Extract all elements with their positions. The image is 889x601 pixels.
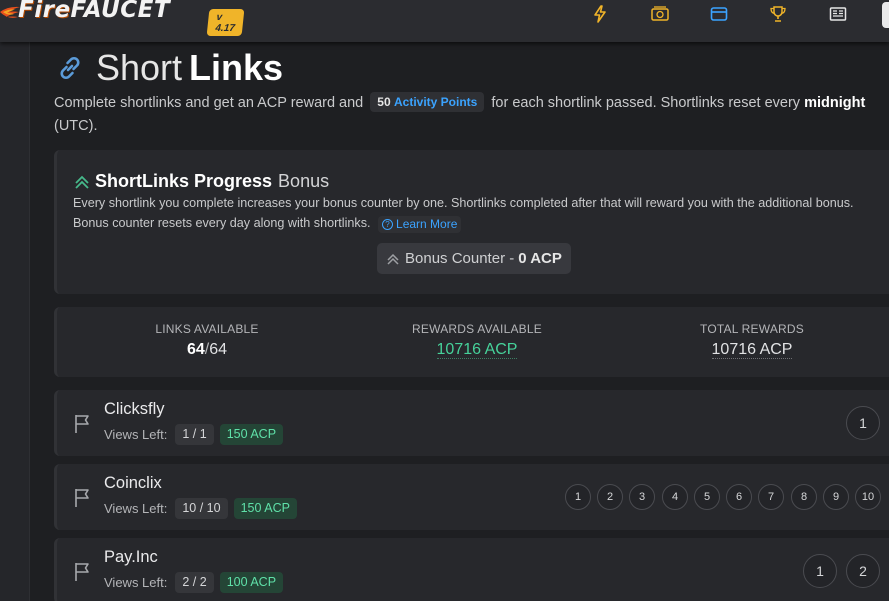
views-count: 1 / 1	[175, 424, 214, 445]
bonus-counter-label: Bonus Counter -	[405, 250, 515, 267]
link-button-5[interactable]: 5	[694, 484, 720, 510]
stat-rewards-available: REWARDS AVAILABLE 10716 ACP	[407, 322, 547, 359]
double-chevron-up-icon	[73, 173, 91, 191]
bonus-title-light: Bonus	[278, 171, 330, 191]
link-button-9[interactable]: 9	[823, 484, 849, 510]
stat-label: LINKS AVAILABLE	[155, 322, 259, 336]
desc-tail: (UTC).	[54, 118, 98, 134]
reward-badge: 100 ACP	[219, 572, 284, 593]
bonus-counter-value: 0 ACP	[518, 250, 562, 267]
ap-amount: 50	[377, 95, 391, 109]
stat-links-available: LINKS AVAILABLE 64/64	[147, 322, 267, 359]
double-chevron-up-icon	[386, 252, 400, 266]
rewards-value: 10716 ACP	[436, 341, 518, 359]
window-icon[interactable]	[709, 4, 729, 24]
stat-label: REWARDS AVAILABLE	[412, 322, 542, 336]
money-icon[interactable]	[650, 4, 670, 24]
stats-card: LINKS AVAILABLE 64/64 REWARDS AVAILABLE …	[54, 307, 889, 377]
bonus-description: Every shortlink you complete increases y…	[73, 194, 873, 233]
views-count: 2 / 2	[175, 572, 214, 593]
links-total: 64	[209, 341, 228, 358]
shortlink-name: Coinclix	[104, 474, 162, 492]
stat-value: 10716 ACP	[407, 341, 547, 359]
title-links: Links	[189, 47, 284, 88]
link-button-2[interactable]: 2	[846, 554, 880, 588]
main-content: Short Links Complete shortlinks and get …	[30, 42, 889, 601]
views-label: Views Left:	[104, 427, 168, 442]
link-button-2[interactable]: 2	[597, 484, 623, 510]
bonus-counter: Bonus Counter - 0 ACP	[377, 243, 571, 274]
desc-post: for each shortlink passed. Shortlinks re…	[491, 95, 801, 111]
total-value: 10716 ACP	[711, 341, 793, 359]
shortlink-name: Pay.Inc	[104, 548, 158, 566]
title-short: Short	[96, 47, 183, 88]
bonus-text: Every shortlink you complete increases y…	[73, 196, 854, 230]
ap-label: Activity Points	[393, 95, 478, 109]
stat-value: 10716 ACP	[687, 341, 817, 359]
desc-pre: Complete shortlinks and get an ACP rewar…	[54, 95, 364, 111]
link-button-10[interactable]: 10	[855, 484, 881, 510]
views-row: Views Left: 1 / 1 150 ACP	[104, 424, 284, 445]
list-item: Coinclix Views Left: 10 / 10 150 ACP 1 2…	[54, 464, 889, 530]
link-button-7[interactable]: 7	[758, 484, 784, 510]
reward-badge: 150 ACP	[233, 498, 297, 519]
activity-points-badge: 50 Activity Points	[370, 92, 485, 112]
stat-value: 64/64	[147, 341, 267, 359]
link-button-3[interactable]: 3	[629, 484, 655, 510]
top-navbar: FireFAUCET v 4.17	[0, 0, 889, 42]
bonus-title: ShortLinks Progress Bonus	[73, 171, 329, 192]
views-row: Views Left: 2 / 2 100 ACP	[104, 572, 284, 593]
logo-text: FireFAUCET	[18, 0, 170, 23]
trophy-icon[interactable]	[768, 4, 788, 24]
logo-fire: Fire	[18, 0, 71, 23]
views-row: Views Left: 10 / 10 150 ACP	[104, 498, 297, 519]
desc-bold: midnight	[804, 95, 866, 111]
learn-more-label: Learn More	[396, 216, 458, 231]
list-item: Pay.Inc Views Left: 2 / 2 100 ACP 1 2	[54, 538, 889, 601]
page-description: Complete shortlinks and get an ACP rewar…	[54, 92, 889, 138]
question-icon: ?	[382, 218, 394, 230]
link-button-1[interactable]: 1	[846, 406, 880, 440]
link-button-6[interactable]: 6	[726, 484, 752, 510]
flag-icon[interactable]	[73, 560, 93, 582]
views-count: 10 / 10	[175, 498, 228, 519]
profile-button-edge[interactable]	[882, 2, 889, 28]
news-icon[interactable]	[828, 4, 848, 24]
list-item: Clicksfly Views Left: 1 / 1 150 ACP 1	[54, 390, 889, 456]
reward-badge: 150 ACP	[219, 424, 284, 445]
link-button-1[interactable]: 1	[803, 554, 837, 588]
link-button-1[interactable]: 1	[565, 484, 591, 510]
stat-total-rewards: TOTAL REWARDS 10716 ACP	[687, 322, 817, 359]
page-title: Short Links	[54, 47, 283, 89]
logo-faucet: FAUCET	[70, 0, 171, 23]
version-badge: v 4.17	[206, 9, 245, 36]
views-label: Views Left:	[104, 575, 168, 590]
link-icon	[54, 52, 86, 84]
stat-label: TOTAL REWARDS	[700, 322, 804, 336]
link-button-4[interactable]: 4	[662, 484, 688, 510]
link-button-8[interactable]: 8	[791, 484, 817, 510]
lightning-icon[interactable]	[590, 4, 610, 24]
flag-icon[interactable]	[73, 412, 93, 434]
flag-icon[interactable]	[73, 486, 93, 508]
bonus-card: ShortLinks Progress Bonus Every shortlin…	[54, 150, 889, 294]
views-label: Views Left:	[104, 501, 168, 516]
links-current: 64	[186, 341, 205, 358]
bonus-title-bold: ShortLinks Progress	[95, 171, 273, 191]
sidebar	[0, 42, 30, 601]
learn-more-link[interactable]: ? Learn More	[378, 215, 462, 233]
shortlink-name: Clicksfly	[104, 400, 165, 418]
